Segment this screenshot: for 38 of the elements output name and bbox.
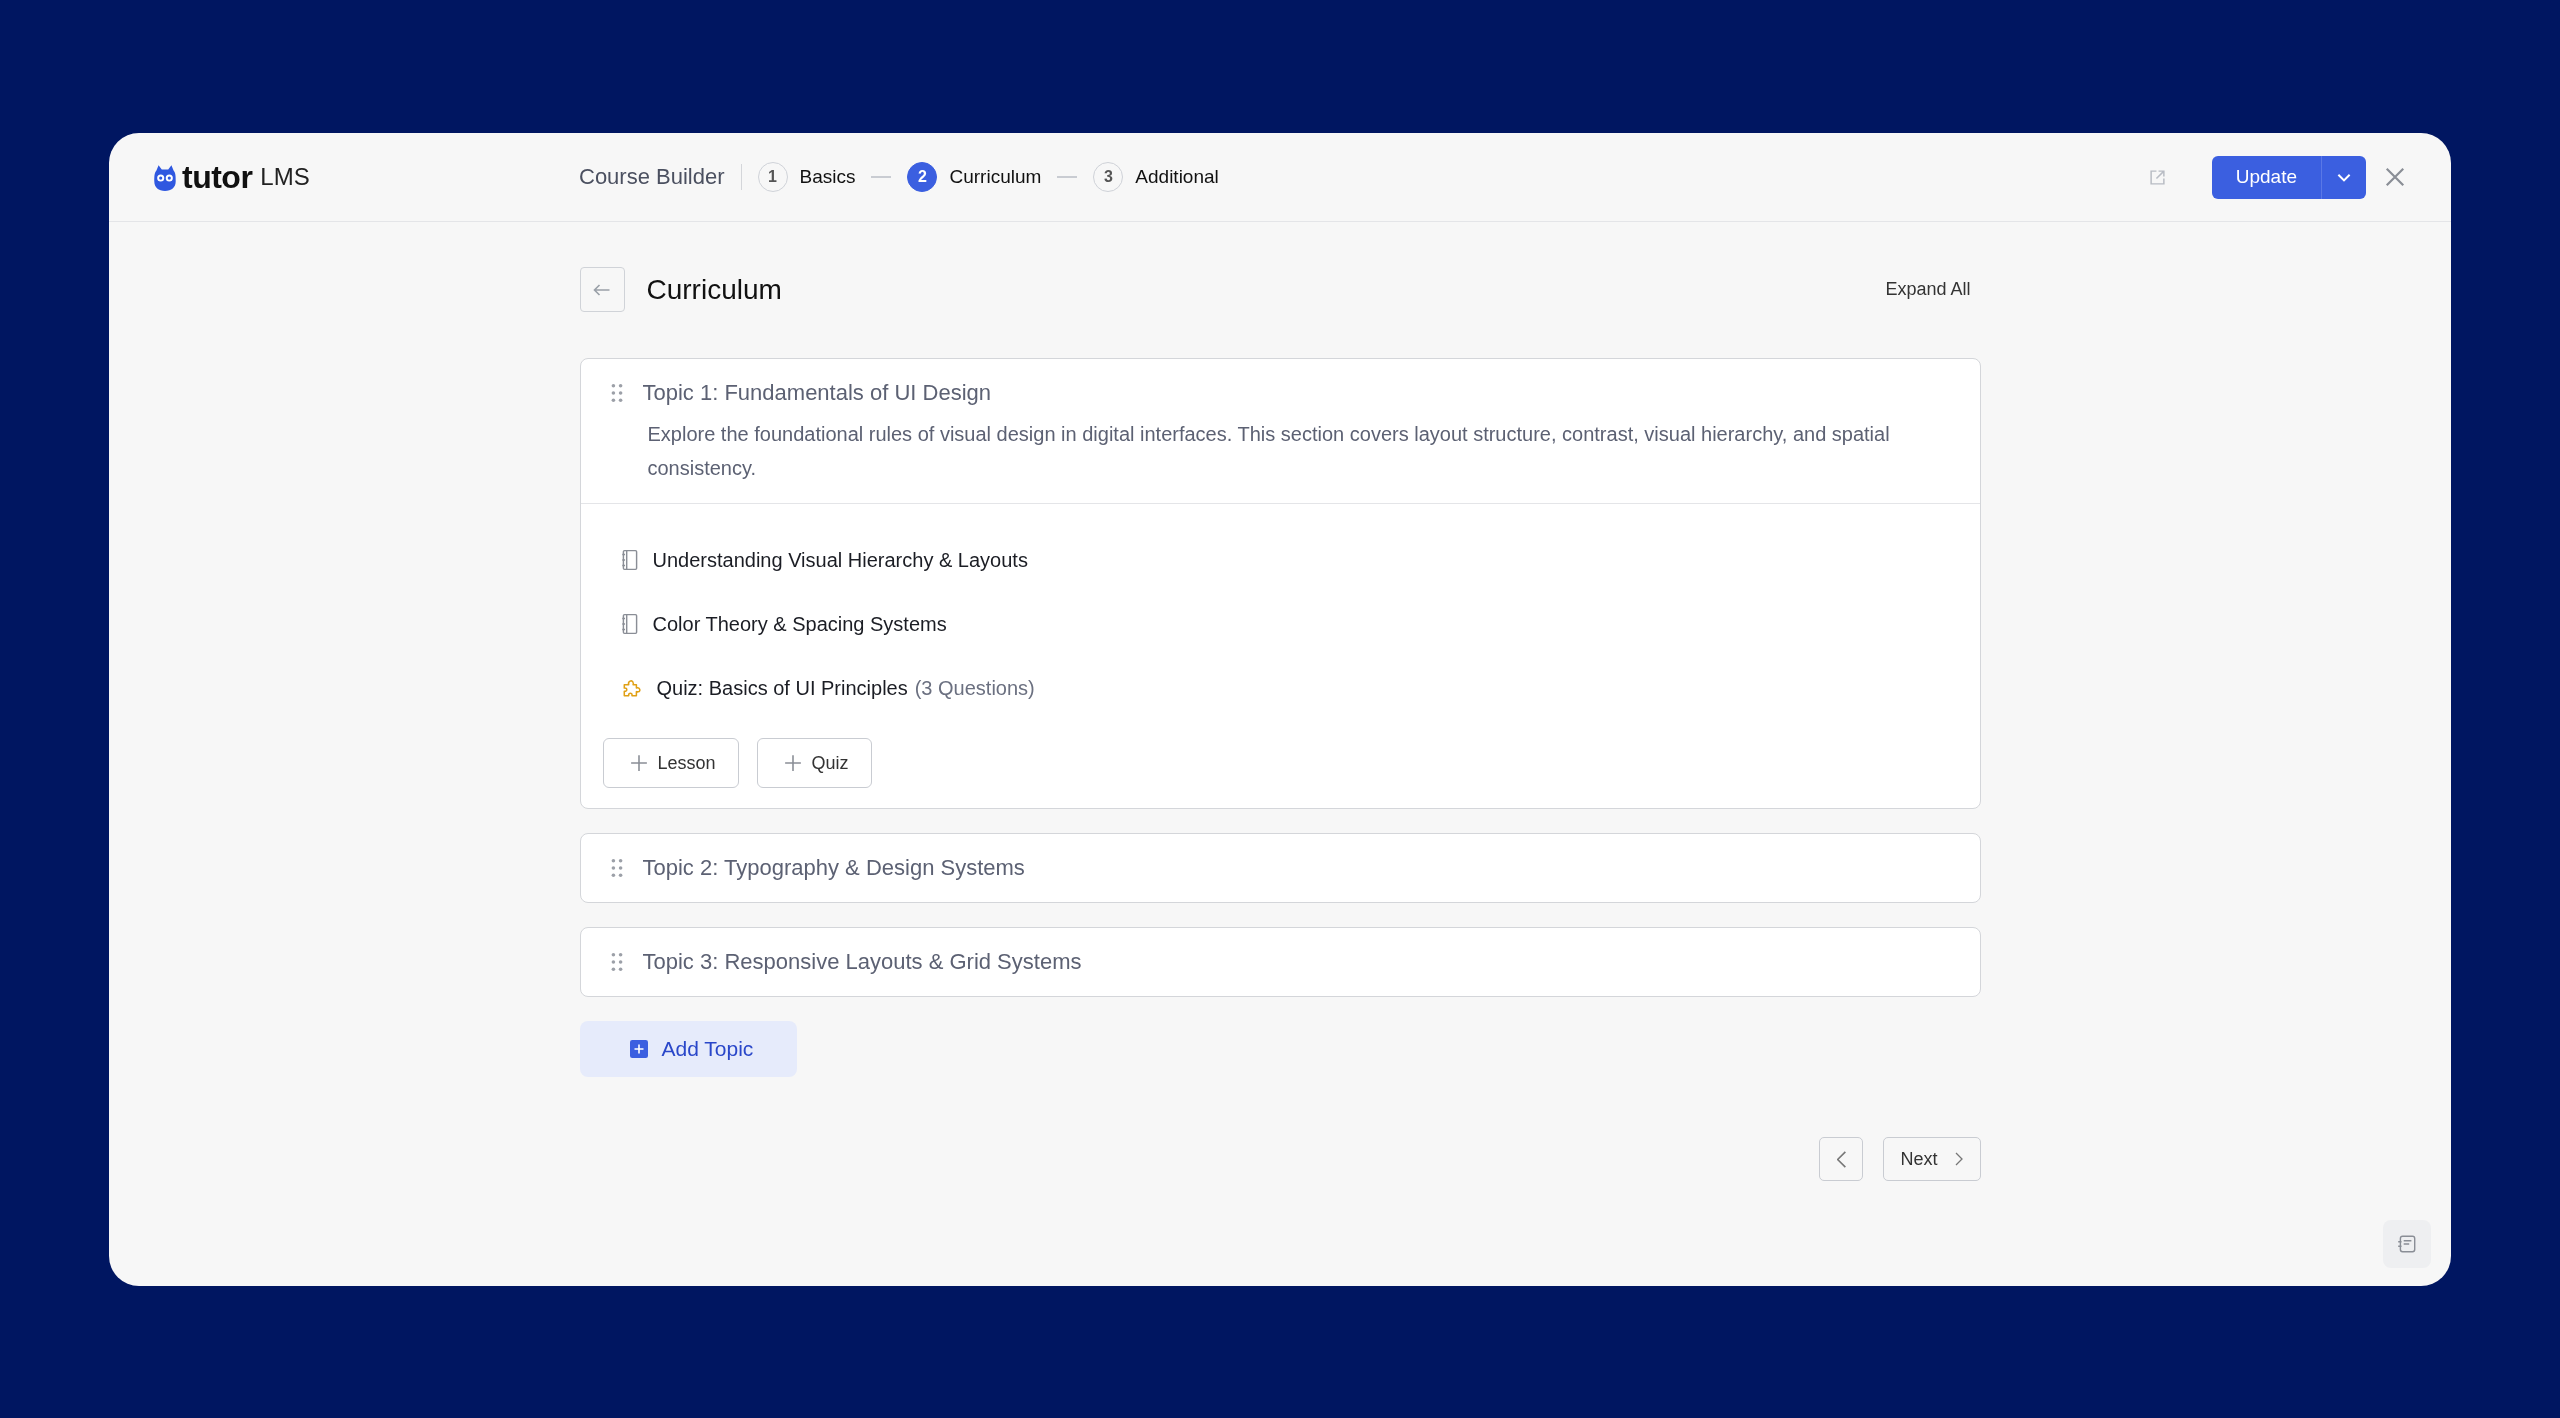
drag-handle-icon[interactable] [610,952,623,972]
drag-handle-icon[interactable] [610,383,623,403]
add-content-button[interactable]: Lesson [602,738,739,788]
external-link-icon[interactable] [2148,168,2166,186]
next-button[interactable]: Next [1883,1137,1981,1181]
step-tab[interactable]: 1 Basics [757,162,856,192]
close-icon[interactable] [2384,166,2406,188]
content-item-title[interactable]: Understanding Visual Hierarchy & Layouts [652,548,1028,572]
chevron-left-icon [1837,1150,1846,1168]
add-topic-button[interactable]: Add Topic [579,1021,798,1077]
notes-icon [2396,1233,2418,1255]
notebook-icon [620,549,639,571]
step-tab[interactable]: 3 Additional [1093,162,1219,192]
topic-description: Explore the foundational rules of visual design in digital interfaces. This section covers layout structure, contrast, visual hierarchy, and spatial consistency. [647,422,1891,481]
update-button[interactable]: Update [2211,155,2321,199]
back-button[interactable] [579,267,625,312]
topic-title[interactable]: Topic 3: Responsive Layouts & Grid Systems [642,949,1082,975]
dropdown-button[interactable] [2321,155,2366,199]
plus-icon [629,754,648,772]
logo-suffix: LMS [260,163,310,191]
owl-logo-icon [152,162,178,192]
content-item-title[interactable]: Quiz: Basics of UI Principles [656,676,908,700]
logo-text: tutor [182,158,253,196]
plus-icon [783,754,802,772]
topic-title[interactable]: Topic 2: Typography & Design Systems [642,855,1025,881]
previous-button[interactable] [1819,1137,1864,1181]
add-content-button[interactable]: Quiz [756,738,872,788]
drag-handle-icon[interactable] [610,858,623,878]
page-title: Curriculum [646,273,782,306]
step-tab[interactable]: 2 Curriculum [907,162,1042,192]
notes-button[interactable] [2383,1220,2431,1268]
question-count: (3 Questions) [914,676,1035,700]
expand-all-link[interactable]: Expand All [1885,279,1971,300]
builder-label: Course Builder [579,164,725,190]
plus-square-icon [629,1040,648,1058]
notebook-icon [620,613,639,635]
topic-title[interactable]: Topic 1: Fundamentals of UI Design [642,380,991,406]
content-item-title[interactable]: Color Theory & Spacing Systems [652,612,947,636]
